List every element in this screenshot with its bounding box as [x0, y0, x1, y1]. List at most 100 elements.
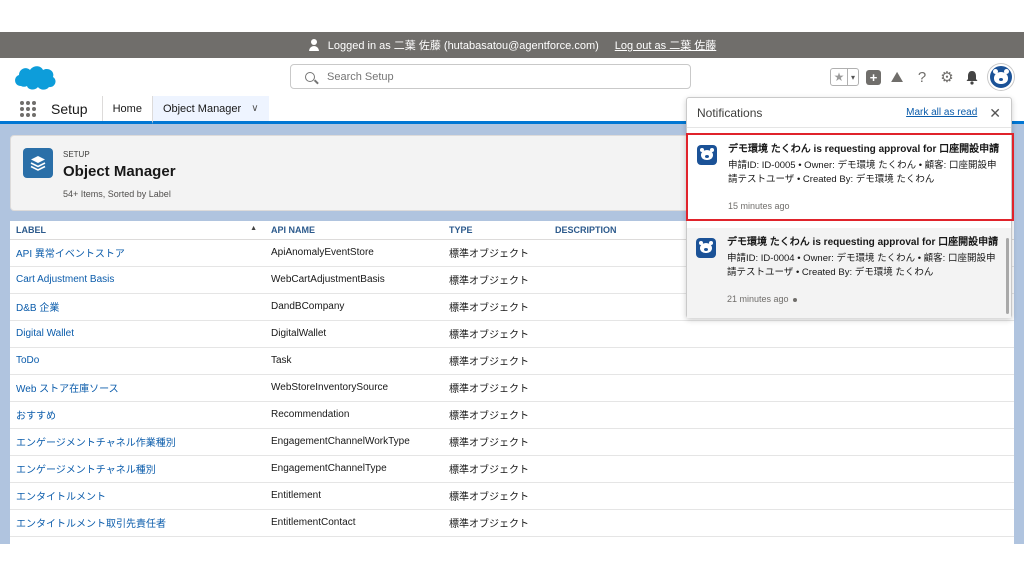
app-launcher-icon[interactable]	[20, 96, 40, 121]
scrollbar[interactable]	[1006, 238, 1009, 314]
description-cell	[549, 482, 1014, 510]
column-label[interactable]: LABEL ▲	[10, 221, 265, 240]
notification-body: 申請ID: ID-0004 • Owner: デモ環境 たくわん • 顧客: 口…	[727, 253, 996, 278]
type-cell: 標準オブジェクト	[443, 509, 549, 537]
screenshot-frame: Logged in as 二葉 佐藤 (hutabasatou@agentfor…	[0, 32, 1024, 544]
api-name-cell: WebCartAdjustmentBasis	[265, 266, 443, 294]
mark-all-read-link[interactable]: Mark all as read	[906, 107, 977, 118]
notifications-header: Notifications Mark all as read ✕	[687, 98, 1011, 128]
app-name: Setup	[51, 100, 88, 117]
close-icon[interactable]: ✕	[989, 106, 1001, 120]
object-label-cell: エンゲージメントチャネル作業種別	[10, 428, 265, 456]
table-row: エンゲージメントチャネル作業種別 EngagementChannelWorkTyp…	[10, 428, 1014, 456]
object-label-cell: D&B 企業	[10, 293, 265, 321]
type-cell: 標準オブジェクト	[443, 293, 549, 321]
table-row: おすすめ Recommendation 標準オブジェクト	[10, 401, 1014, 429]
search-input[interactable]	[327, 70, 667, 83]
help-icon[interactable]: ?	[913, 68, 931, 86]
avatar[interactable]	[988, 64, 1014, 90]
notifications-title: Notifications	[697, 105, 763, 120]
login-banner: Logged in as 二葉 佐藤 (hutabasatou@agentfor…	[0, 32, 1024, 58]
header-icons: ★ ▾ + ⛰ ? ⚙	[830, 63, 1014, 91]
notification-item[interactable]: デモ環境 たくわん is requesting approval for 口座開…	[687, 228, 1011, 318]
notification-time: 21 minutes ago	[727, 294, 789, 304]
table-row: ToDo Task 標準オブジェクト	[10, 347, 1014, 375]
type-cell: 標準オブジェクト	[443, 320, 549, 348]
gear-icon[interactable]: ⚙	[938, 68, 956, 86]
tab-home-label: Home	[112, 102, 142, 115]
notification-time-row: 21 minutes ago	[727, 294, 1001, 304]
item-count: 54+ Items, Sorted by Label	[63, 189, 171, 199]
column-type[interactable]: TYPE	[443, 221, 549, 240]
object-label-cell: Cart Adjustment Basis	[10, 266, 265, 294]
type-cell: 標準オブジェクト	[443, 482, 549, 510]
type-cell: 標準オブジェクト	[443, 401, 549, 429]
page-title: Object Manager	[63, 163, 176, 180]
object-label-cell: エンゲージメントチャネル種別	[10, 455, 265, 483]
description-cell	[549, 320, 1014, 348]
star-icon[interactable]: ★	[831, 69, 847, 85]
favorites-control[interactable]: ★ ▾	[830, 68, 859, 86]
object-label-cell: エンタイトルメント取引先責任者	[10, 509, 265, 537]
column-api-name[interactable]: API NAME	[265, 221, 443, 240]
bell-icon[interactable]	[963, 68, 981, 86]
type-cell: 標準オブジェクト	[443, 374, 549, 402]
object-label-cell: API 異常イベントストア	[10, 239, 265, 267]
description-cell	[549, 401, 1014, 429]
api-name-cell: DandBCompany	[265, 293, 443, 321]
tab-object-manager[interactable]: Object Manager ∨	[151, 96, 269, 124]
object-label-link[interactable]: Web ストア在庫ソース	[16, 384, 119, 395]
object-label-link[interactable]: エンタイトルメント取引先責任者	[16, 519, 166, 530]
object-label-link[interactable]: Cart Adjustment Basis	[16, 274, 114, 285]
table-row: エンタイトルメント Entitlement 標準オブジェクト	[10, 482, 1014, 510]
api-name-cell: DigitalWallet	[265, 320, 443, 348]
api-name-cell: EntitlementContact	[265, 509, 443, 537]
api-name-cell: Recommendation	[265, 401, 443, 429]
layers-icon	[23, 148, 53, 178]
notification-body: 申請ID: ID-0005 • Owner: デモ環境 たくわん • 顧客: 口…	[728, 160, 997, 185]
object-label-link[interactable]: エンタイトルメント	[16, 492, 106, 503]
notification-title: デモ環境 たくわん is requesting approval for 口座開…	[728, 144, 1000, 155]
search-icon	[305, 71, 315, 82]
trailhead-icon[interactable]: ⛰	[888, 68, 906, 86]
logout-link[interactable]: Log out as 二葉 佐藤	[615, 37, 717, 53]
notifications-panel: Notifications Mark all as read ✕ デモ環境 たく…	[686, 97, 1014, 318]
object-label-cell: Web ストア在庫ソース	[10, 374, 265, 402]
plus-icon[interactable]: +	[866, 69, 881, 85]
description-cell	[549, 374, 1014, 402]
object-label-link[interactable]: エンゲージメントチャネル作業種別	[16, 438, 176, 449]
breadcrumb: SETUP	[63, 150, 90, 159]
table-row: Web ストア在庫ソース WebStoreInventorySource 標準オブジ…	[10, 374, 1014, 402]
unread-dot-icon	[792, 297, 797, 302]
type-cell: 標準オブジェクト	[443, 347, 549, 375]
tab-home[interactable]: Home	[101, 96, 152, 121]
type-cell: 標準オブジェクト	[443, 266, 549, 294]
description-cell	[549, 509, 1014, 537]
avatar	[696, 238, 716, 258]
object-label-link[interactable]: エンゲージメントチャネル種別	[16, 465, 156, 476]
api-name-cell: ApiAnomalyEventStore	[265, 239, 443, 267]
user-icon	[308, 39, 320, 51]
object-label-cell: おすすめ	[10, 401, 265, 429]
object-label-link[interactable]: ToDo	[16, 355, 39, 366]
object-label-link[interactable]: D&B 企業	[16, 303, 59, 314]
type-cell: 標準オブジェクト	[443, 455, 549, 483]
search-box[interactable]	[290, 64, 691, 89]
object-label-link[interactable]: Digital Wallet	[16, 328, 74, 339]
description-cell	[549, 428, 1014, 456]
chevron-down-icon[interactable]: ▾	[847, 69, 858, 85]
notification-title: デモ環境 たくわん is requesting approval for 口座開…	[727, 237, 999, 248]
object-label-link[interactable]: おすすめ	[16, 411, 56, 422]
avatar	[697, 145, 717, 165]
object-label-cell: Digital Wallet	[10, 320, 265, 348]
sort-asc-icon[interactable]: ▲	[250, 225, 257, 232]
login-text: Logged in as 二葉 佐藤 (hutabasatou@agentfor…	[327, 40, 599, 52]
object-label-link[interactable]: API 異常イベントストア	[16, 249, 125, 260]
notification-time: 15 minutes ago	[728, 201, 790, 211]
notification-item[interactable]: デモ環境 たくわん is requesting approval for 口座開…	[686, 133, 1014, 221]
description-cell	[549, 347, 1014, 375]
salesforce-logo[interactable]	[11, 62, 57, 94]
chevron-down-icon[interactable]: ∨	[251, 103, 258, 114]
table-row: エンタイトルメント取引先責任者 EntitlementContact 標準オブジェク…	[10, 509, 1014, 537]
table-row: エンゲージメントチャネル種別 EngagementChannelType 標準オブジ…	[10, 455, 1014, 483]
